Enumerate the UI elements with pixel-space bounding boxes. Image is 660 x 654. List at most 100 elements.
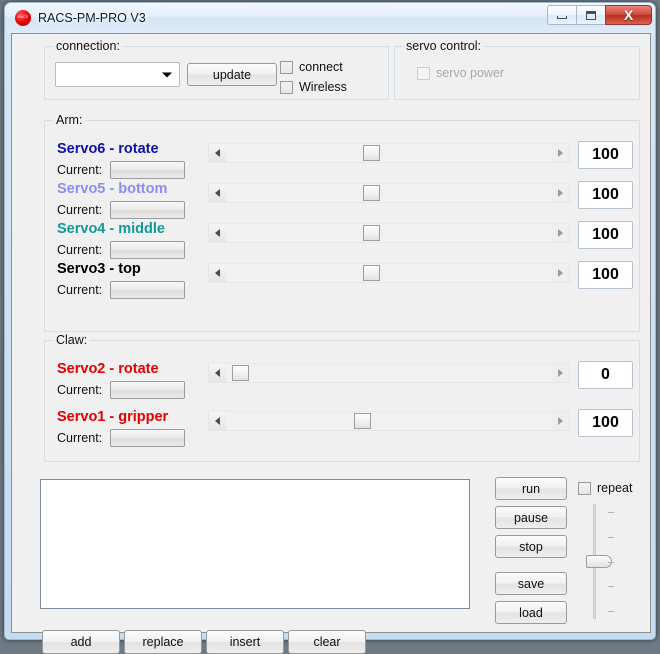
slider-thumb[interactable] bbox=[354, 413, 371, 429]
slider-right-arrow[interactable] bbox=[552, 184, 569, 202]
chevron-down-icon bbox=[162, 72, 172, 77]
current-label: Current: bbox=[57, 431, 103, 445]
servo-slider[interactable] bbox=[208, 411, 570, 431]
slider-track[interactable] bbox=[226, 364, 552, 382]
update-button[interactable]: update bbox=[187, 63, 277, 86]
window-title: RACS-PM-PRO V3 bbox=[38, 11, 146, 25]
servo-value-field[interactable]: 100 bbox=[578, 141, 633, 169]
connect-checkbox-label: connect bbox=[299, 60, 343, 74]
connection-group-label: connection: bbox=[53, 39, 123, 53]
servo-value-field[interactable]: 100 bbox=[578, 181, 633, 209]
close-icon: X bbox=[623, 7, 634, 23]
slider-thumb[interactable] bbox=[363, 185, 380, 201]
slider-track[interactable] bbox=[226, 264, 552, 282]
stop-button[interactable]: stop bbox=[495, 535, 567, 558]
servo-label: Servo5 - bottom bbox=[57, 181, 168, 197]
insert-button[interactable]: insert bbox=[206, 630, 284, 654]
save-button[interactable]: save bbox=[495, 572, 567, 595]
slider-thumb[interactable] bbox=[363, 145, 380, 161]
program-listbox[interactable] bbox=[40, 479, 470, 609]
maximize-icon bbox=[586, 10, 596, 20]
slider-right-arrow[interactable] bbox=[552, 364, 569, 382]
servo-power-label: servo power bbox=[436, 66, 505, 80]
claw-group-label: Claw: bbox=[53, 333, 91, 347]
servo-value-field[interactable]: 0 bbox=[578, 361, 633, 389]
slider-left-arrow[interactable] bbox=[209, 184, 226, 202]
slider-right-arrow[interactable] bbox=[552, 224, 569, 242]
current-label: Current: bbox=[57, 383, 103, 397]
slider-left-arrow[interactable] bbox=[209, 364, 226, 382]
arrow-right-icon bbox=[558, 269, 563, 277]
connect-checkbox[interactable]: connect bbox=[280, 60, 343, 74]
slider-left-arrow[interactable] bbox=[209, 412, 226, 430]
servo-label: Servo1 - gripper bbox=[57, 409, 169, 425]
repeat-label: repeat bbox=[597, 481, 633, 495]
arm-group-label: Arm: bbox=[53, 113, 86, 127]
arrow-right-icon bbox=[558, 149, 563, 157]
slider-track[interactable] bbox=[226, 184, 552, 202]
clear-button[interactable]: clear bbox=[288, 630, 366, 654]
slider-right-arrow[interactable] bbox=[552, 264, 569, 282]
servo-slider[interactable] bbox=[208, 183, 570, 203]
servo-power-checkbox[interactable]: servo power bbox=[417, 66, 504, 80]
trackbar-tick bbox=[608, 611, 614, 612]
pause-button[interactable]: pause bbox=[495, 506, 567, 529]
servo-label: Servo6 - rotate bbox=[57, 141, 159, 157]
current-label: Current: bbox=[57, 283, 103, 297]
current-value-display bbox=[110, 241, 185, 259]
run-button[interactable]: run bbox=[495, 477, 567, 500]
arrow-right-icon bbox=[558, 369, 563, 377]
current-value-display bbox=[110, 381, 185, 399]
current-label: Current: bbox=[57, 163, 103, 177]
client-area: connection: update connect Wireless serv… bbox=[11, 33, 651, 654]
arrow-left-icon bbox=[215, 229, 220, 237]
maximize-button[interactable] bbox=[576, 5, 605, 25]
slider-thumb[interactable] bbox=[363, 265, 380, 281]
add-button[interactable]: add bbox=[42, 630, 120, 654]
arrow-right-icon bbox=[558, 189, 563, 197]
speed-trackbar[interactable] bbox=[586, 504, 616, 619]
servo-label: Servo3 - top bbox=[57, 261, 141, 277]
connection-group: connection: update connect Wireless bbox=[44, 39, 389, 100]
slider-right-arrow[interactable] bbox=[552, 144, 569, 162]
servo-value-field[interactable]: 100 bbox=[578, 221, 633, 249]
servo-label: Servo4 - middle bbox=[57, 221, 165, 237]
slider-thumb[interactable] bbox=[363, 225, 380, 241]
arrow-left-icon bbox=[215, 149, 220, 157]
checkbox-box bbox=[280, 60, 293, 74]
wireless-checkbox-label: Wireless bbox=[299, 80, 347, 94]
slider-track[interactable] bbox=[226, 224, 552, 242]
wireless-checkbox[interactable]: Wireless bbox=[280, 80, 347, 94]
current-value-display bbox=[110, 429, 185, 447]
trackbar-tick bbox=[608, 537, 614, 538]
servo-slider[interactable] bbox=[208, 263, 570, 283]
servo-value-field[interactable]: 100 bbox=[578, 261, 633, 289]
slider-right-arrow[interactable] bbox=[552, 412, 569, 430]
slider-left-arrow[interactable] bbox=[209, 264, 226, 282]
servo-control-group-label: servo control: bbox=[403, 39, 485, 53]
servo-slider[interactable] bbox=[208, 223, 570, 243]
repeat-checkbox[interactable]: repeat bbox=[578, 481, 632, 495]
application-window: RACS-PM-PRO V3 X connection: update conn… bbox=[4, 2, 656, 654]
current-label: Current: bbox=[57, 203, 103, 217]
app-logo-icon bbox=[15, 10, 31, 26]
replace-button[interactable]: replace bbox=[124, 630, 202, 654]
port-combobox[interactable] bbox=[55, 62, 180, 87]
trackbar-tick bbox=[608, 512, 614, 513]
slider-thumb[interactable] bbox=[232, 365, 249, 381]
servo-control-group: servo control: servo power bbox=[394, 39, 640, 100]
minimize-icon bbox=[557, 16, 567, 19]
close-button[interactable]: X bbox=[605, 5, 652, 25]
servo-value-field[interactable]: 100 bbox=[578, 409, 633, 437]
load-button[interactable]: load bbox=[495, 601, 567, 624]
current-value-display bbox=[110, 161, 185, 179]
slider-track[interactable] bbox=[226, 144, 552, 162]
slider-track[interactable] bbox=[226, 412, 552, 430]
slider-left-arrow[interactable] bbox=[209, 224, 226, 242]
checkbox-box bbox=[417, 66, 430, 80]
minimize-button[interactable] bbox=[547, 5, 576, 25]
trackbar-tick bbox=[608, 586, 614, 587]
slider-left-arrow[interactable] bbox=[209, 144, 226, 162]
servo-slider[interactable] bbox=[208, 363, 570, 383]
servo-slider[interactable] bbox=[208, 143, 570, 163]
